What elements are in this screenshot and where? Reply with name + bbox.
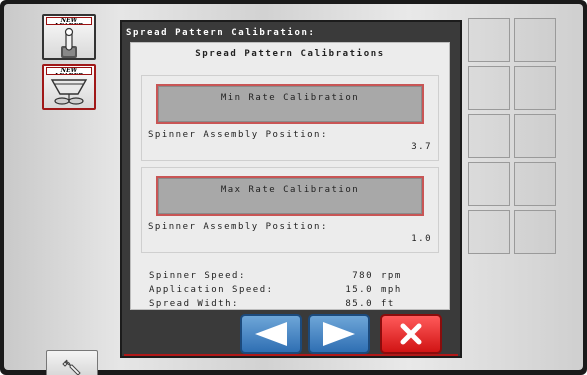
stat-value: 780 (352, 271, 373, 281)
stat-unit: mph (381, 285, 402, 295)
spinner-position-value: 1.0 (411, 234, 432, 244)
softkey-slot[interactable] (468, 114, 510, 158)
max-rate-calibration-button[interactable]: Max Rate Calibration (156, 176, 424, 216)
softkey-slot[interactable] (468, 210, 510, 254)
softkey-slot[interactable] (468, 18, 510, 62)
cancel-button[interactable] (380, 314, 442, 354)
next-button[interactable] (308, 314, 370, 354)
spinner-position-label: Spinner Assembly Position: (148, 222, 328, 232)
softkey-slot[interactable] (514, 210, 556, 254)
softkey-slot[interactable] (468, 66, 510, 110)
stat-value: 15.0 (345, 285, 373, 295)
previous-button[interactable] (240, 314, 302, 354)
spreader-icon (50, 79, 88, 105)
right-softkey-grid (468, 18, 560, 254)
softkey-slot[interactable] (514, 114, 556, 158)
spread-width-row: Spread Width: 85.0 ft (149, 299, 419, 311)
stat-label: Spinner Speed: (149, 271, 246, 281)
stat-value: 85.0 (345, 299, 373, 309)
arrow-right-icon (323, 322, 355, 346)
stat-unit: ft (381, 299, 395, 309)
calibration-screen: Spread Pattern Calibration: Spread Patte… (120, 20, 462, 358)
stat-label: Spread Width: (149, 299, 239, 309)
left-app-panel: NEW LEADER NEW LEADER (36, 12, 104, 375)
app-tile-spreader[interactable]: NEW LEADER (42, 64, 96, 110)
settings-button[interactable] (46, 350, 98, 375)
softkey-slot[interactable] (514, 18, 556, 62)
arrow-left-icon (255, 322, 287, 346)
max-calibration-group: Max Rate Calibration Spinner Assembly Po… (141, 167, 439, 253)
softkey-slot[interactable] (514, 66, 556, 110)
joystick-icon (61, 27, 77, 58)
application-speed-row: Application Speed: 15.0 mph (149, 285, 419, 297)
softkey-slot[interactable] (468, 162, 510, 206)
content-heading: Spread Pattern Calibrations (195, 49, 385, 59)
softkey-slot[interactable] (514, 162, 556, 206)
stat-label: Application Speed: (149, 285, 274, 295)
close-icon (400, 323, 422, 345)
calibration-content: Spread Pattern Calibrations Min Rate Cal… (130, 42, 450, 310)
spinner-speed-row: Spinner Speed: 780 rpm (149, 271, 419, 283)
screen-title: Spread Pattern Calibration: (126, 28, 316, 38)
min-calibration-group: Min Rate Calibration Spinner Assembly Po… (141, 75, 439, 161)
stat-unit: rpm (381, 271, 402, 281)
spinner-position-value: 3.7 (411, 142, 432, 152)
spinner-position-label: Spinner Assembly Position: (148, 130, 328, 140)
wrench-icon (62, 359, 81, 375)
bottom-accent-bar (124, 354, 458, 356)
app-tile-controller[interactable]: NEW LEADER (42, 14, 96, 60)
min-rate-calibration-button[interactable]: Min Rate Calibration (156, 84, 424, 124)
